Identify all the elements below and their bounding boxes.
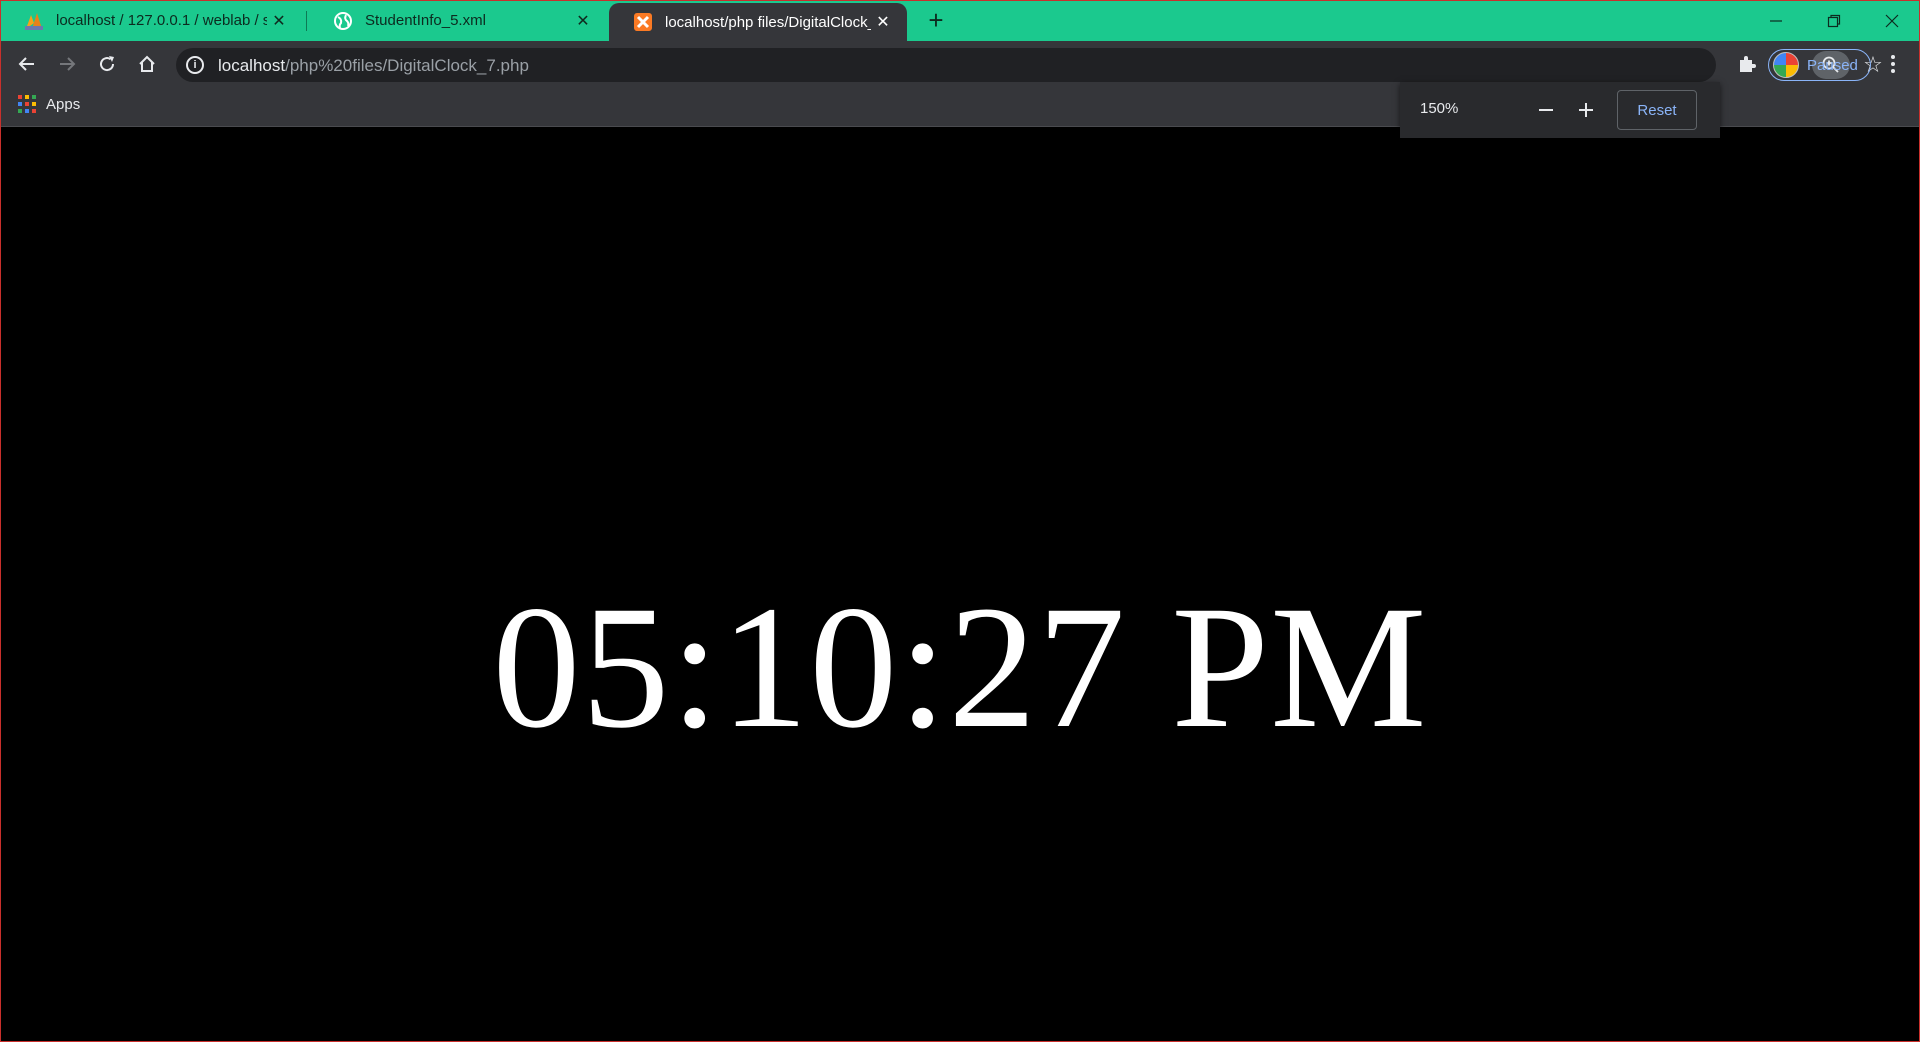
extensions-button[interactable] — [1731, 48, 1763, 80]
close-tab-icon[interactable]: ✕ — [267, 9, 291, 33]
url-path: /php%20files/DigitalClock_7.php — [285, 56, 529, 75]
tab-title: localhost/php files/DigitalClock_7 — [665, 13, 871, 31]
forward-button[interactable] — [51, 48, 83, 80]
home-icon — [139, 55, 155, 72]
minimize-button[interactable] — [1747, 0, 1805, 41]
tab-title: StudentInfo_5.xml — [365, 12, 486, 29]
puzzle-icon — [1740, 56, 1756, 72]
zoom-reset-button[interactable]: Reset — [1617, 90, 1697, 130]
new-tab-button[interactable]: + — [922, 7, 950, 35]
arrow-left-icon — [18, 57, 34, 71]
phpmyadmin-icon — [24, 11, 44, 31]
tab-separator — [306, 11, 307, 31]
reload-icon — [100, 56, 115, 72]
minimize-icon — [1770, 19, 1782, 22]
apps-label: Apps — [46, 95, 81, 113]
tab-studentinfo[interactable]: StudentInfo_5.xml ✕ — [309, 0, 607, 41]
plus-icon — [1579, 103, 1593, 117]
zoom-popup: 150% Reset — [1400, 82, 1720, 138]
zoom-out-button[interactable] — [1531, 96, 1561, 124]
restore-icon — [1827, 14, 1841, 27]
tab-title: localhost / 127.0.0.1 / weblab / st — [56, 12, 267, 29]
apps-shortcut[interactable]: Apps — [18, 95, 80, 113]
tab-strip: localhost / 127.0.0.1 / weblab / st ✕ St… — [0, 0, 1920, 41]
back-button[interactable] — [11, 48, 43, 80]
close-icon — [1885, 14, 1899, 27]
close-window-button[interactable] — [1863, 0, 1920, 41]
close-tab-icon[interactable]: ✕ — [571, 9, 595, 33]
reload-button[interactable] — [91, 48, 123, 80]
home-button[interactable] — [131, 48, 163, 80]
browser-toolbar: i localhost/php%20files/DigitalClock_7.p… — [0, 41, 1920, 87]
apps-grid-icon — [18, 95, 36, 113]
avatar — [1773, 52, 1799, 78]
url-host: localhost — [218, 56, 286, 75]
tab-phpmyadmin[interactable]: localhost / 127.0.0.1 / weblab / st ✕ — [0, 0, 303, 41]
digital-clock: 05:10:27 PM — [492, 570, 1428, 765]
menu-dot — [1891, 55, 1895, 59]
xampp-icon — [633, 12, 653, 32]
page-content: 05:10:27 PM — [0, 128, 1920, 1042]
tab-digitalclock[interactable]: localhost/php files/DigitalClock_7 ✕ — [609, 3, 907, 41]
more-menu-button[interactable] — [1878, 48, 1908, 80]
url-text[interactable]: localhost/php%20files/DigitalClock_7.php — [218, 56, 529, 76]
restore-button[interactable] — [1805, 0, 1863, 41]
menu-dot — [1891, 62, 1895, 66]
menu-dot — [1891, 69, 1895, 73]
zoom-in-button[interactable] — [1571, 96, 1601, 124]
profile-status-label: Paused — [1807, 56, 1858, 74]
globe-icon — [333, 11, 353, 31]
zoom-level: 150% — [1420, 100, 1459, 117]
minus-icon — [1539, 109, 1553, 111]
arrow-right-icon — [60, 57, 76, 71]
close-tab-icon[interactable]: ✕ — [871, 10, 895, 34]
profile-button[interactable]: Paused — [1768, 49, 1871, 81]
site-info-icon[interactable]: i — [186, 56, 204, 74]
address-bar[interactable]: i localhost/php%20files/DigitalClock_7.p… — [176, 48, 1883, 82]
